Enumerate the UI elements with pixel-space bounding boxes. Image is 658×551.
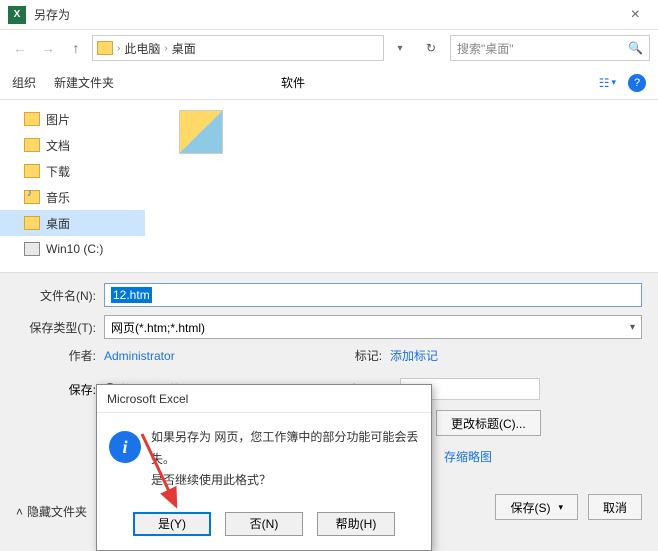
info-icon: i (109, 431, 141, 463)
forward-button[interactable]: → (36, 36, 60, 60)
folder-icon (24, 138, 40, 152)
tags-label: 标记: (355, 347, 382, 364)
chevron-up-icon: ˄ (16, 505, 23, 519)
chevron-right-icon: › (164, 43, 167, 54)
chevron-down-icon: ▾ (630, 322, 635, 333)
hide-folders-toggle[interactable]: ˄ 隐藏文件夹 (16, 503, 87, 520)
dialog-message: 如果另存为 网页，您工作簿中的部分功能可能会丢失。 是否继续使用此格式？ (151, 427, 419, 492)
filetype-dropdown[interactable]: 网页(*.htm;*.html) ▾ (104, 315, 642, 339)
filename-label: 文件名(N): (16, 287, 96, 304)
explorer-body: 图片 文档 下载 音乐 桌面 Win10 (C:) 软件 (0, 100, 658, 272)
help-button[interactable]: ? (628, 74, 646, 92)
hide-folders-label: 隐藏文件夹 (27, 503, 87, 520)
nav-bar: ← → ↑ › 此电脑 › 桌面 ▾ ↻ 搜索"桌面" 🔍 (0, 30, 658, 66)
organize-menu[interactable]: 组织 (12, 74, 36, 91)
sidebar-item-desktop[interactable]: 桌面 (0, 210, 145, 236)
sidebar: 图片 文档 下载 音乐 桌面 Win10 (C:) (0, 100, 145, 272)
save-button[interactable]: 保存(S)▾ (495, 494, 578, 520)
new-folder-button[interactable]: 新建文件夹 (54, 74, 114, 91)
sidebar-item-label: Win10 (C:) (46, 242, 103, 256)
folder-item[interactable] (161, 110, 241, 154)
breadcrumb-desktop[interactable]: 桌面 (172, 40, 196, 57)
title-bar: X 另存为 × (0, 0, 658, 30)
chevron-right-icon: › (117, 43, 120, 54)
filetype-label: 保存类型(T): (16, 319, 96, 336)
refresh-button[interactable]: ↻ (420, 37, 442, 59)
dialog-title: Microsoft Excel (97, 385, 431, 413)
search-input[interactable]: 搜索"桌面" 🔍 (450, 35, 650, 61)
sidebar-item-label: 文档 (46, 137, 70, 154)
dialog-line1: 如果另存为 网页，您工作簿中的部分功能可能会丢失。 (151, 427, 419, 470)
save-scope-label: 保存: (16, 381, 96, 398)
author-label: 作者: (16, 347, 96, 364)
search-icon: 🔍 (628, 41, 643, 55)
search-placeholder: 搜索"桌面" (457, 40, 628, 57)
chevron-down-icon: ▾ (611, 77, 616, 88)
no-button[interactable]: 否(N) (225, 512, 303, 536)
sidebar-item-music[interactable]: 音乐 (0, 184, 145, 210)
sidebar-item-pictures[interactable]: 图片 (0, 106, 145, 132)
sidebar-item-label: 音乐 (46, 189, 70, 206)
confirm-dialog: Microsoft Excel i 如果另存为 网页，您工作簿中的部分功能可能会… (96, 384, 432, 551)
view-icon: ☷ (599, 76, 610, 90)
sidebar-item-label: 图片 (46, 111, 70, 128)
sidebar-item-label: 下载 (46, 163, 70, 180)
yes-button[interactable]: 是(Y) (133, 512, 211, 536)
breadcrumb[interactable]: › 此电脑 › 桌面 (92, 35, 384, 61)
change-title-button[interactable]: 更改标题(C)... (436, 410, 541, 436)
file-list: 软件 (145, 100, 658, 272)
sidebar-item-label: 桌面 (46, 215, 70, 232)
close-icon[interactable]: × (621, 6, 650, 24)
sidebar-item-downloads[interactable]: 下载 (0, 158, 145, 184)
dropdown-icon[interactable]: ▾ (388, 36, 412, 60)
folder-thumb-icon (179, 110, 223, 154)
window-title: 另存为 (34, 6, 70, 23)
toolbar: 组织 新建文件夹 ☷ ▾ ? (0, 66, 658, 100)
excel-app-icon: X (8, 6, 26, 24)
breadcrumb-this-pc[interactable]: 此电脑 (124, 40, 160, 57)
save-thumbnail-link[interactable]: 存缩略图 (444, 448, 642, 465)
author-value[interactable]: Administrator (104, 349, 175, 363)
filename-input[interactable]: 12.htm (104, 283, 642, 307)
filetype-value: 网页(*.htm;*.html) (111, 319, 205, 336)
sidebar-item-drive-c[interactable]: Win10 (C:) (0, 236, 145, 262)
folder-label: 软件 (281, 74, 305, 91)
view-mode-button[interactable]: ☷ ▾ (599, 76, 616, 90)
folder-icon (24, 164, 40, 178)
sidebar-item-documents[interactable]: 文档 (0, 132, 145, 158)
back-button[interactable]: ← (8, 36, 32, 60)
dialog-line2: 是否继续使用此格式？ (151, 470, 419, 492)
cancel-button[interactable]: 取消 (588, 494, 642, 520)
folder-icon (97, 41, 113, 55)
help-button[interactable]: 帮助(H) (317, 512, 395, 536)
tags-value[interactable]: 添加标记 (390, 347, 438, 364)
folder-icon (24, 216, 40, 230)
filename-value: 12.htm (111, 287, 152, 303)
up-button[interactable]: ↑ (64, 36, 88, 60)
music-folder-icon (24, 190, 40, 204)
folder-icon (24, 112, 40, 126)
drive-icon (24, 242, 40, 256)
